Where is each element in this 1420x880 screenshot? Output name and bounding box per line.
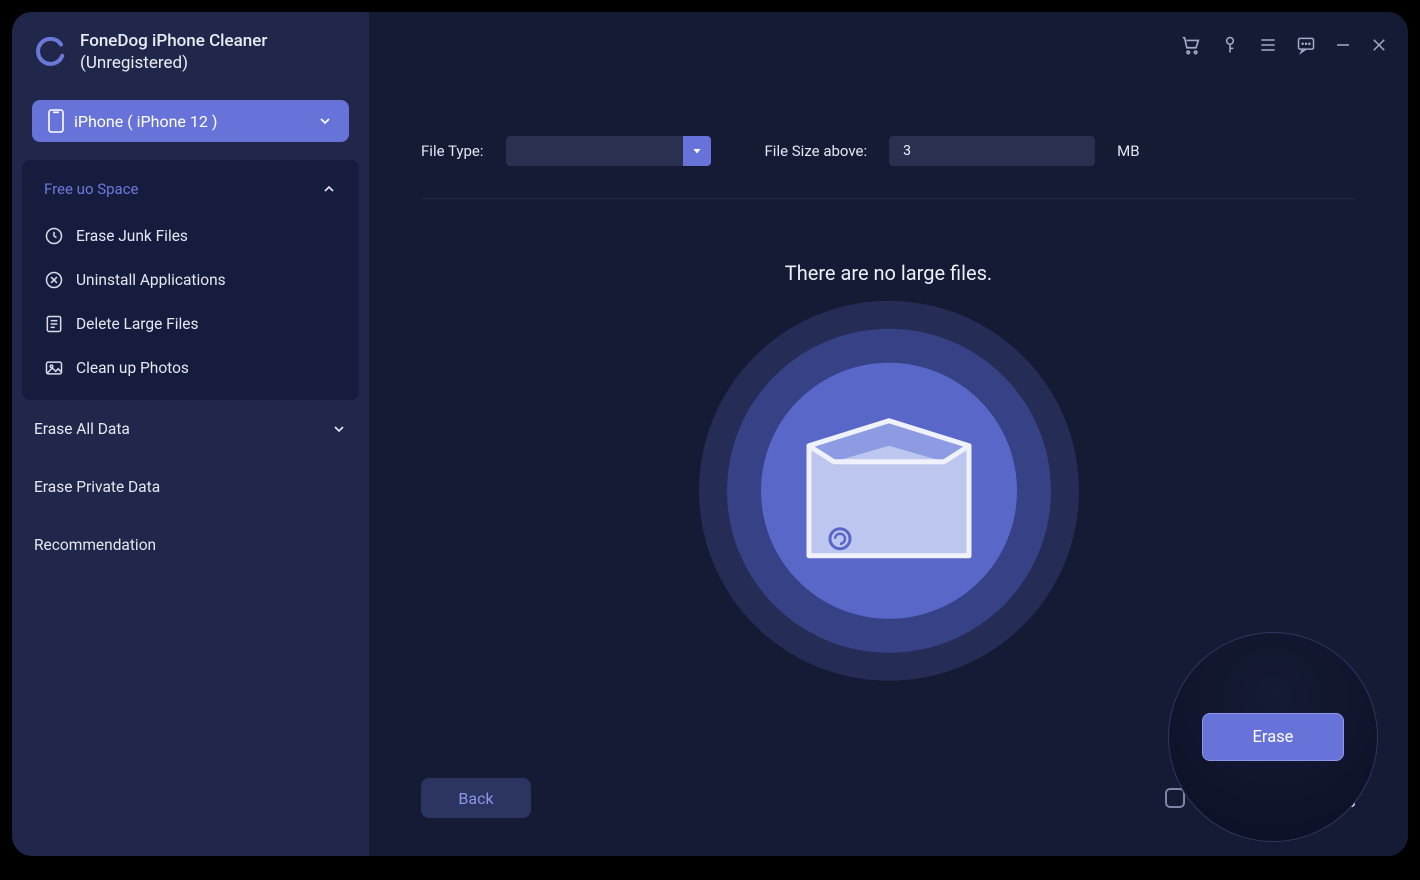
file-size-unit: MB xyxy=(1117,142,1139,160)
file-size-input[interactable] xyxy=(889,136,1095,166)
file-size-label: File Size above: xyxy=(765,142,868,160)
image-icon xyxy=(44,358,64,378)
chevron-up-icon xyxy=(321,181,337,197)
erase-button[interactable]: Erase xyxy=(1202,713,1344,761)
uninstall-icon xyxy=(44,270,64,290)
sidebar-item-label: Clean up Photos xyxy=(76,359,189,377)
sidebar: FoneDog iPhone Cleaner (Unregistered) iP… xyxy=(12,12,369,856)
box-icon xyxy=(789,406,989,576)
brand-subtitle: (Unregistered) xyxy=(80,52,267,74)
sidebar-item-erase-private[interactable]: Erase Private Data xyxy=(12,458,369,516)
divider xyxy=(421,198,1356,199)
brand-title: FoneDog iPhone Cleaner xyxy=(80,30,267,52)
sidebar-item-uninstall-apps[interactable]: Uninstall Applications xyxy=(30,258,351,302)
app-window: FoneDog iPhone Cleaner (Unregistered) iP… xyxy=(12,12,1408,856)
sidebar-item-delete-large[interactable]: Delete Large Files xyxy=(30,302,351,346)
sidebar-item-label: Uninstall Applications xyxy=(76,271,226,289)
menu-icon[interactable] xyxy=(1258,35,1278,55)
empty-illustration xyxy=(699,301,1079,681)
sidebar-item-label: Erase Junk Files xyxy=(76,227,188,245)
cart-icon[interactable] xyxy=(1180,34,1202,56)
sidebar-item-label: Erase Private Data xyxy=(34,478,160,496)
section-free-space: Free uo Space Erase Junk Files Uninstall… xyxy=(22,160,359,400)
file-type-select[interactable] xyxy=(506,136,711,166)
device-selector[interactable]: iPhone ( iPhone 12 ) xyxy=(32,100,349,142)
sidebar-item-clean-photos[interactable]: Clean up Photos xyxy=(30,346,351,390)
empty-message: There are no large files. xyxy=(369,261,1408,285)
sidebar-item-erase-junk[interactable]: Erase Junk Files xyxy=(30,214,351,258)
brand-text: FoneDog iPhone Cleaner (Unregistered) xyxy=(80,30,267,74)
erase-ring: Erase xyxy=(1168,632,1378,842)
sidebar-item-erase-all[interactable]: Erase All Data xyxy=(12,400,369,458)
file-type-label: File Type: xyxy=(421,142,484,160)
sidebar-item-label: Erase All Data xyxy=(34,420,130,438)
backup-checkbox[interactable] xyxy=(1165,788,1185,808)
dropdown-arrow-icon xyxy=(683,136,711,166)
key-icon[interactable] xyxy=(1220,35,1240,55)
sidebar-item-label: Recommendation xyxy=(34,536,156,554)
free-space-header[interactable]: Free uo Space xyxy=(30,170,351,214)
file-list-icon xyxy=(44,314,64,334)
chevron-down-icon xyxy=(317,113,333,129)
minimize-icon[interactable] xyxy=(1334,36,1352,54)
close-icon[interactable] xyxy=(1370,36,1388,54)
sidebar-item-label: Delete Large Files xyxy=(76,315,199,333)
feedback-icon[interactable] xyxy=(1296,35,1316,55)
main-area: File Type: File Size above: MB There are… xyxy=(369,12,1408,856)
chevron-down-icon xyxy=(331,421,347,437)
free-space-card: Free uo Space Erase Junk Files Uninstall… xyxy=(22,160,359,400)
clock-icon xyxy=(44,226,64,246)
file-type-value xyxy=(506,136,683,166)
logo-icon xyxy=(36,37,66,67)
back-button[interactable]: Back xyxy=(421,778,531,818)
titlebar xyxy=(1180,34,1388,56)
phone-icon xyxy=(48,109,64,133)
device-label: iPhone ( iPhone 12 ) xyxy=(74,112,217,131)
free-space-header-label: Free uo Space xyxy=(44,180,139,198)
brand: FoneDog iPhone Cleaner (Unregistered) xyxy=(12,30,369,94)
sidebar-item-recommendation[interactable]: Recommendation xyxy=(12,516,369,574)
